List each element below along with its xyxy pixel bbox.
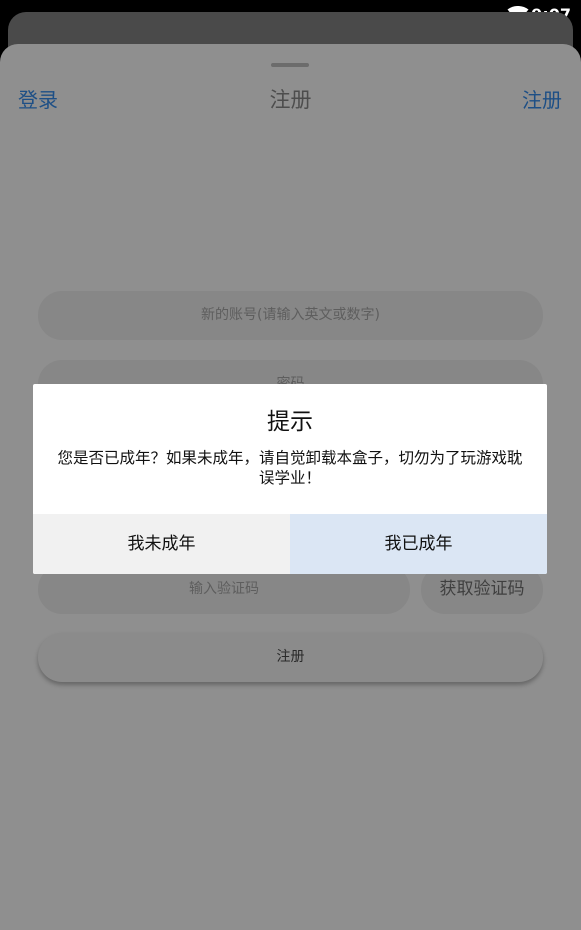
register-link[interactable]: 注册	[522, 84, 562, 113]
dialog-message: 您是否已成年？如果未成年，请自觉卸载本盒子，切勿为了玩游戏耽误学业！	[57, 449, 523, 487]
page-title: 注册	[269, 88, 312, 112]
register-button[interactable]: 注册	[38, 633, 543, 682]
age-confirm-dialog: 提示 您是否已成年？如果未成年，请自觉卸载本盒子，切勿为了玩游戏耽误学业！ 我未…	[33, 384, 547, 574]
account-input[interactable]: 新的账号(请输入英文或数字)	[38, 291, 543, 340]
dialog-title: 提示	[267, 409, 313, 435]
adult-button[interactable]: 我已成年	[290, 514, 547, 574]
drag-handle[interactable]	[271, 63, 309, 67]
minor-button[interactable]: 我未成年	[33, 514, 290, 574]
